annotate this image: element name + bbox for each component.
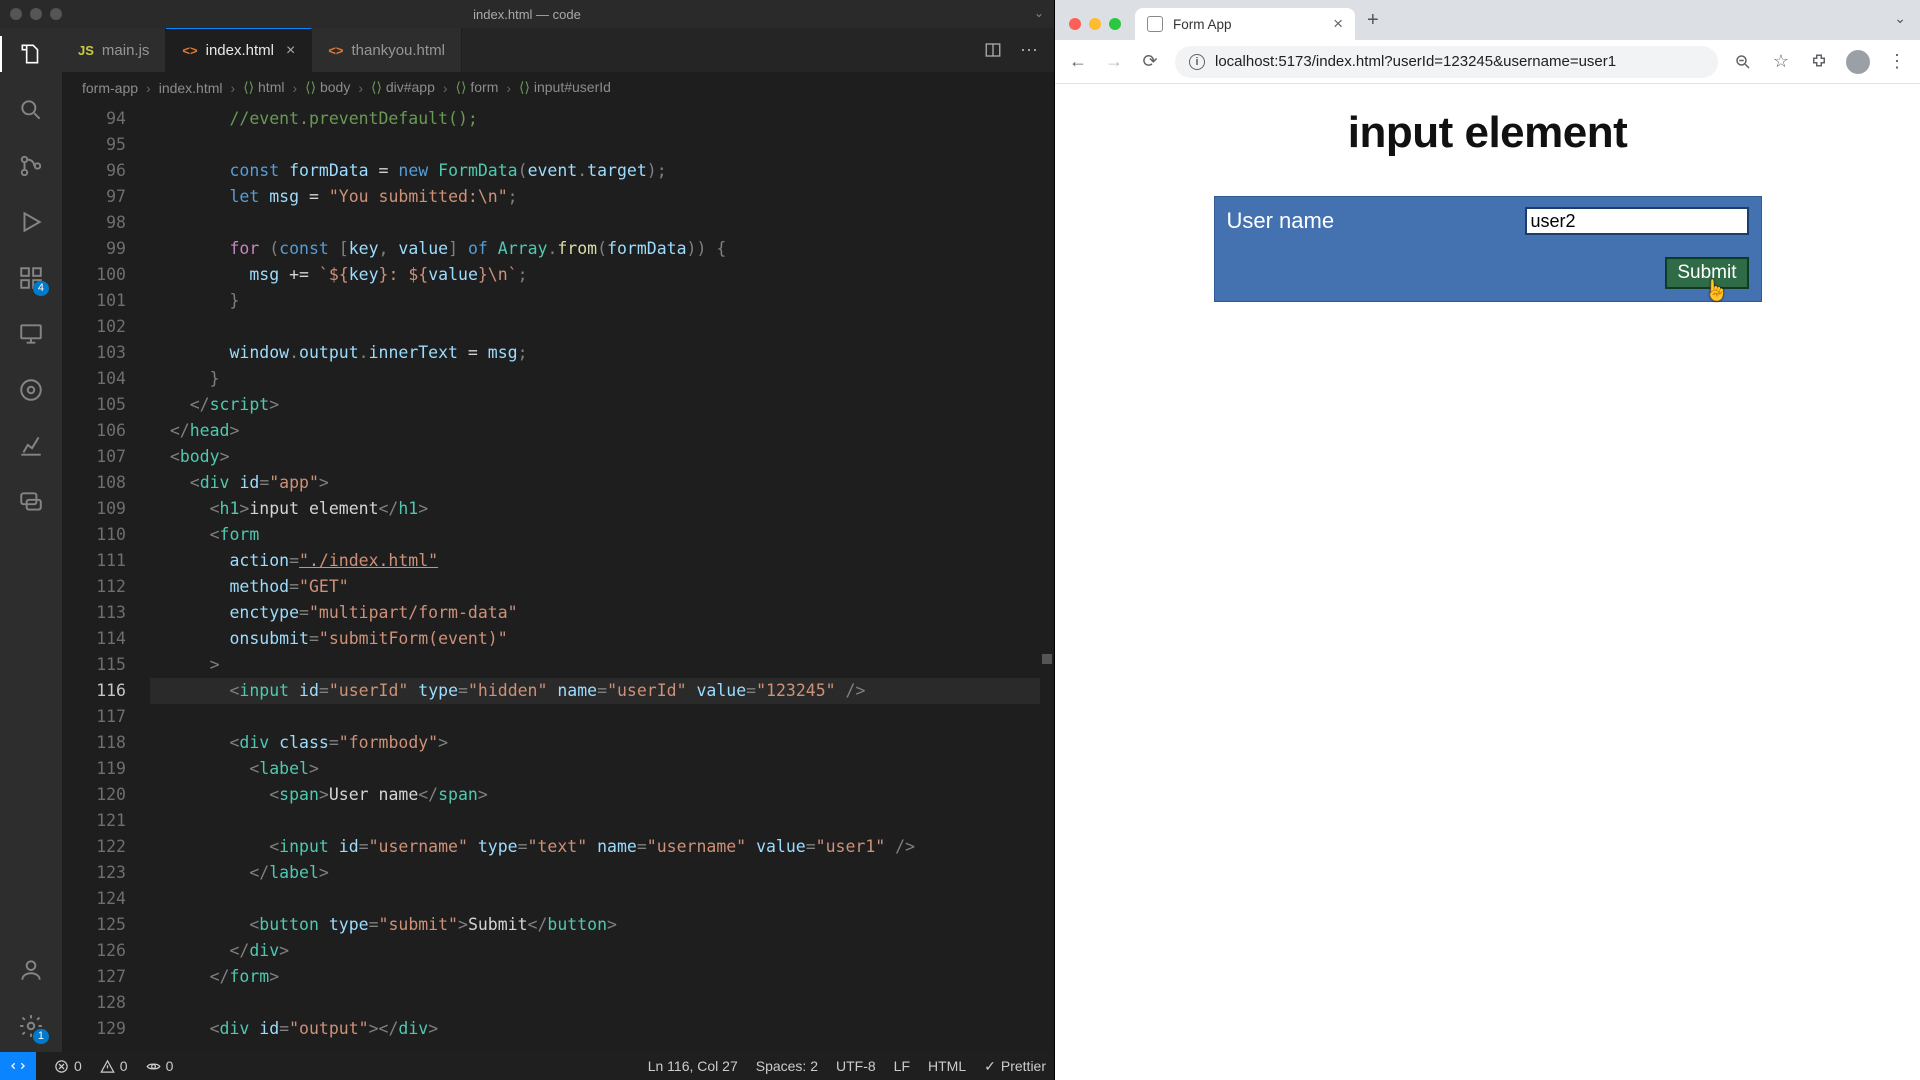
- traffic-lights[interactable]: [10, 8, 62, 20]
- bookmark-icon[interactable]: ☆: [1770, 51, 1792, 73]
- language-indicator[interactable]: HTML: [928, 1058, 966, 1074]
- extensions-icon[interactable]: 4: [17, 264, 45, 292]
- comments-icon[interactable]: [17, 488, 45, 516]
- ports-indicator[interactable]: 0: [146, 1058, 174, 1074]
- chevron-down-icon[interactable]: ⌄: [1034, 6, 1044, 20]
- file-type-icon: <>: [328, 43, 343, 58]
- kebab-menu-icon[interactable]: ⋮: [1886, 51, 1908, 73]
- breadcrumb-item[interactable]: ⟨⟩ html: [243, 79, 284, 96]
- traffic-lights[interactable]: [1069, 18, 1121, 30]
- more-actions-icon[interactable]: ⋯: [1020, 40, 1038, 61]
- breadcrumb-item[interactable]: index.html: [159, 80, 223, 96]
- back-button[interactable]: ←: [1067, 51, 1089, 73]
- editor-tab[interactable]: <> thankyou.html: [312, 28, 462, 72]
- editor-tab[interactable]: JS main.js: [62, 28, 166, 72]
- file-type-icon: <>: [182, 43, 197, 58]
- settings-icon[interactable]: 1: [17, 1012, 45, 1040]
- warnings-indicator[interactable]: 0: [100, 1058, 128, 1074]
- chrome-tab-strip: Form App × + ⌄: [1055, 0, 1920, 40]
- forward-button[interactable]: →: [1103, 51, 1125, 73]
- page-heading: input element: [1348, 108, 1628, 158]
- window-title: index.html — code: [473, 7, 581, 22]
- breadcrumb-item[interactable]: form-app: [82, 80, 138, 96]
- indent-indicator[interactable]: Spaces: 2: [756, 1058, 818, 1074]
- remote-explorer-icon[interactable]: [17, 320, 45, 348]
- extensions-badge: 4: [33, 281, 49, 296]
- breadcrumb-item[interactable]: ⟨⟩ form: [456, 79, 499, 96]
- encoding-indicator[interactable]: UTF-8: [836, 1058, 876, 1074]
- tab-label: index.html: [206, 42, 274, 59]
- chevron-right-icon: ›: [231, 80, 236, 96]
- editor-column: JS main.js <> index.html × <> thankyou.html ⋯ f…: [62, 28, 1054, 1052]
- address-bar[interactable]: i localhost:5173/index.html?userId=12324…: [1175, 46, 1718, 78]
- vscode-titlebar: index.html — code ⌄: [0, 0, 1054, 28]
- url-text: localhost:5173/index.html?userId=123245&…: [1215, 53, 1616, 70]
- breadcrumb-item[interactable]: ⟨⟩ div#app: [371, 79, 435, 96]
- close-tab-icon[interactable]: ×: [1333, 14, 1343, 34]
- remote-indicator[interactable]: [0, 1052, 36, 1080]
- settings-badge: 1: [33, 1029, 49, 1044]
- breadcrumb[interactable]: form-app › index.html › ⟨⟩ html › ⟨⟩ body › ⟨⟩ d…: [62, 72, 1054, 104]
- chrome-window: Form App × + ⌄ ← → ⟳ i localhost:5173/in…: [1055, 0, 1920, 1080]
- code-editor[interactable]: 9495969798991001011021031041051061071081…: [62, 104, 1054, 1052]
- new-tab-button[interactable]: +: [1367, 9, 1379, 32]
- chevron-right-icon: ›: [443, 80, 448, 96]
- vscode-window: index.html — code ⌄ 4: [0, 0, 1055, 1080]
- reload-button[interactable]: ⟳: [1139, 51, 1161, 73]
- page-content: input element User name Submit: [1055, 84, 1920, 1080]
- graph-icon[interactable]: [17, 432, 45, 460]
- formatter-indicator[interactable]: ✓ Prettier: [984, 1058, 1046, 1075]
- code-content[interactable]: //event.preventDefault(); const formData…: [142, 104, 1040, 1052]
- errors-indicator[interactable]: 0: [54, 1058, 82, 1074]
- chevron-down-icon[interactable]: ⌄: [1894, 10, 1906, 27]
- username-input[interactable]: [1525, 207, 1749, 235]
- chrome-toolbar: ← → ⟳ i localhost:5173/index.html?userId…: [1055, 40, 1920, 84]
- tab-label: thankyou.html: [352, 42, 445, 59]
- profile-avatar[interactable]: [1846, 50, 1870, 74]
- activity-bar: 4: [0, 28, 62, 1052]
- editor-tabs: JS main.js <> index.html × <> thankyou.html ⋯: [62, 28, 1054, 72]
- close-tab-icon[interactable]: ×: [286, 42, 295, 60]
- line-gutter: 9495969798991001011021031041051061071081…: [62, 104, 142, 1052]
- explorer-icon[interactable]: [17, 40, 45, 68]
- eol-indicator[interactable]: LF: [894, 1058, 910, 1074]
- site-info-icon[interactable]: i: [1189, 54, 1205, 70]
- editor-tab[interactable]: <> index.html ×: [166, 28, 312, 72]
- tab-label: main.js: [102, 42, 150, 59]
- breadcrumb-item[interactable]: ⟨⟩ input#userId: [519, 79, 611, 96]
- tab-title: Form App: [1173, 17, 1232, 32]
- account-icon[interactable]: [17, 956, 45, 984]
- status-bar: 0 0 0 Ln 116, Col 27 Spaces: 2 UTF-8 LF …: [0, 1052, 1054, 1080]
- split-editor-icon[interactable]: [984, 41, 1002, 59]
- favicon-icon: [1147, 16, 1163, 32]
- chevron-right-icon: ›: [358, 80, 363, 96]
- source-control-icon[interactable]: [17, 152, 45, 180]
- zoom-icon[interactable]: [1732, 51, 1754, 73]
- file-type-icon: JS: [78, 43, 94, 58]
- testing-icon[interactable]: [17, 376, 45, 404]
- breadcrumb-item[interactable]: ⟨⟩ body: [305, 79, 350, 96]
- cursor-position[interactable]: Ln 116, Col 27: [648, 1058, 738, 1074]
- extensions-puzzle-icon[interactable]: [1808, 51, 1830, 73]
- browser-tab[interactable]: Form App ×: [1135, 8, 1355, 40]
- chevron-right-icon: ›: [146, 80, 151, 96]
- chevron-right-icon: ›: [292, 80, 297, 96]
- run-debug-icon[interactable]: [17, 208, 45, 236]
- username-label: User name: [1227, 208, 1335, 234]
- chevron-right-icon: ›: [506, 80, 511, 96]
- submit-button[interactable]: Submit: [1665, 257, 1748, 289]
- overview-ruler[interactable]: [1040, 104, 1054, 1052]
- search-icon[interactable]: [17, 96, 45, 124]
- form-container: User name Submit: [1214, 196, 1762, 302]
